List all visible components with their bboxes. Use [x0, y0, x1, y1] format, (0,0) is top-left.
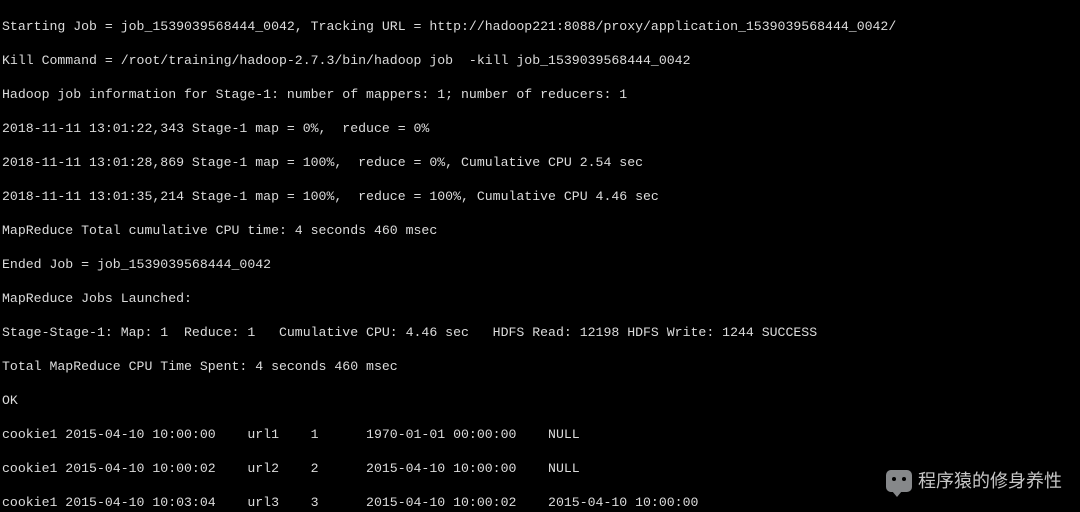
log-line: 2018-11-11 13:01:35,214 Stage-1 map = 10… [2, 188, 1078, 205]
result-row: cookie1 2015-04-10 10:03:04 url3 3 2015-… [2, 494, 1078, 511]
log-line: 2018-11-11 13:01:22,343 Stage-1 map = 0%… [2, 120, 1078, 137]
log-line: MapReduce Total cumulative CPU time: 4 s… [2, 222, 1078, 239]
result-row: cookie1 2015-04-10 10:00:00 url1 1 1970-… [2, 426, 1078, 443]
log-line: Starting Job = job_1539039568444_0042, T… [2, 18, 1078, 35]
log-line: OK [2, 392, 1078, 409]
log-line: 2018-11-11 13:01:28,869 Stage-1 map = 10… [2, 154, 1078, 171]
log-line: Ended Job = job_1539039568444_0042 [2, 256, 1078, 273]
result-row: cookie1 2015-04-10 10:00:02 url2 2 2015-… [2, 460, 1078, 477]
log-line: MapReduce Jobs Launched: [2, 290, 1078, 307]
log-line: Total MapReduce CPU Time Spent: 4 second… [2, 358, 1078, 375]
log-line: Hadoop job information for Stage-1: numb… [2, 86, 1078, 103]
terminal-output[interactable]: Starting Job = job_1539039568444_0042, T… [0, 0, 1080, 512]
log-line: Kill Command = /root/training/hadoop-2.7… [2, 52, 1078, 69]
log-line: Stage-Stage-1: Map: 1 Reduce: 1 Cumulati… [2, 324, 1078, 341]
